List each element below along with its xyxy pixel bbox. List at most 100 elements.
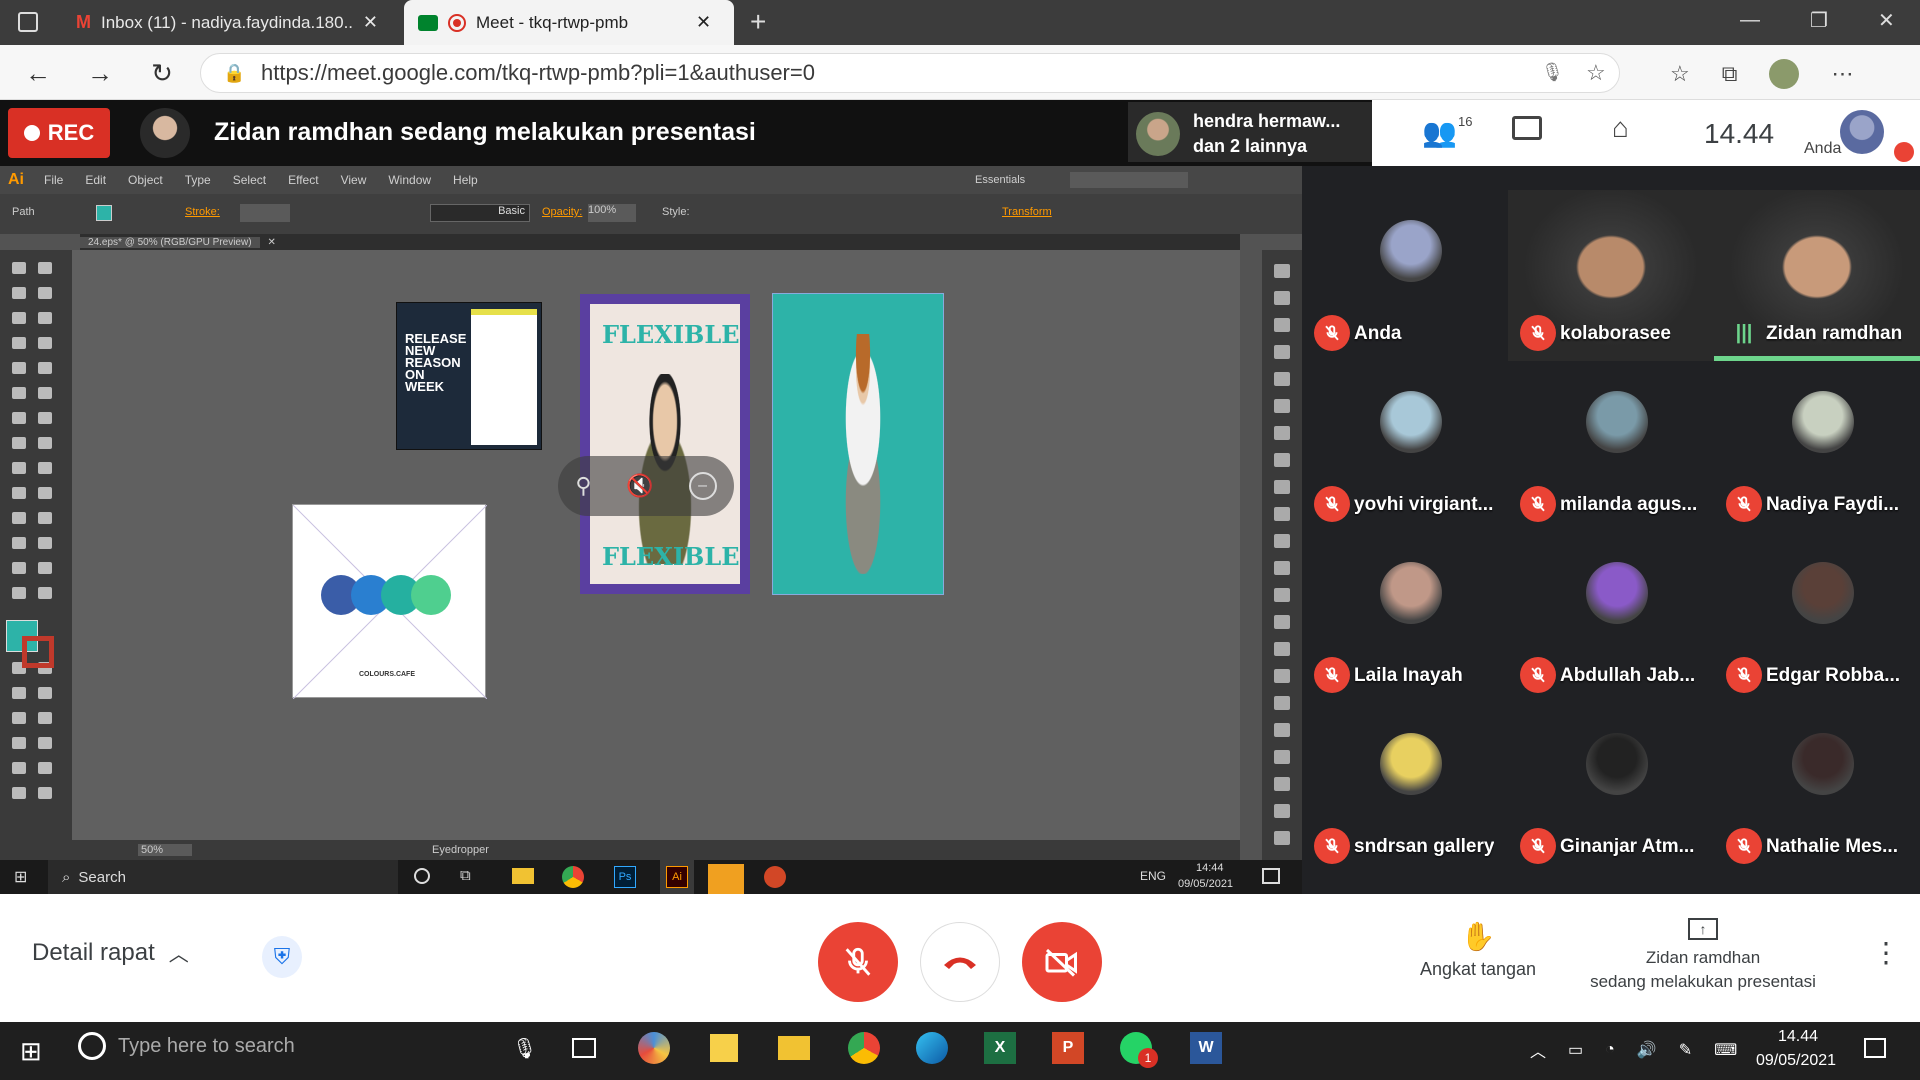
battery-icon[interactable]: ▭ xyxy=(1568,1040,1583,1060)
participant-tile[interactable]: Ginanjar Atm... xyxy=(1508,703,1714,874)
tab-gmail[interactable]: M Inbox (11) - nadiya.faydinda.180... ✕ xyxy=(62,0,392,45)
close-window-icon[interactable]: ✕ xyxy=(1878,8,1895,33)
excel-icon[interactable]: X xyxy=(984,1032,1016,1064)
menu-item[interactable]: Effect xyxy=(288,173,318,187)
camera-toggle-button[interactable] xyxy=(1022,922,1102,1002)
participant-tile[interactable]: ||| Zidan ramdhan xyxy=(1714,190,1920,361)
self-avatar[interactable] xyxy=(1840,110,1884,154)
menu-item[interactable]: Select xyxy=(233,173,266,187)
close-icon[interactable]: ✕ xyxy=(696,12,711,33)
zoom-field[interactable]: 50% xyxy=(138,844,192,856)
powerpoint-icon[interactable]: P xyxy=(1052,1032,1084,1064)
participant-tile[interactable]: yovhi virgiant... xyxy=(1302,361,1508,532)
explorer-icon[interactable] xyxy=(512,868,534,884)
artboard-teal-photo[interactable] xyxy=(772,293,944,595)
illustrator-icon[interactable]: Ai xyxy=(660,860,694,894)
word-icon[interactable]: W xyxy=(1190,1032,1222,1064)
close-icon[interactable]: ✕ xyxy=(363,12,378,33)
reload-icon[interactable]: ↻ xyxy=(142,53,182,93)
forward-icon[interactable]: → xyxy=(80,53,120,93)
participant-tile[interactable]: Laila Inayah xyxy=(1302,532,1508,703)
doc-tab[interactable]: 24.eps* @ 50% (RGB/GPU Preview) xyxy=(80,236,260,248)
opacity-field[interactable]: 100% xyxy=(588,204,636,222)
transform-label[interactable]: Transform xyxy=(1002,206,1052,218)
taskbar-mic-icon[interactable]: 🎙 xyxy=(512,1036,537,1061)
fill-swatch[interactable] xyxy=(96,205,112,221)
volume-icon[interactable]: 🔊 xyxy=(1637,1040,1657,1060)
ai-canvas[interactable]: RELEASE NEW REASON ON WEEK FLEXIBLE FLEX… xyxy=(72,250,1240,840)
present-button[interactable]: ↑ Zidan ramdhan sedang melakukan present… xyxy=(1568,918,1838,992)
tab-actions-icon[interactable] xyxy=(18,12,38,32)
windows-start-icon[interactable]: ⊞ xyxy=(14,867,27,887)
more-options-icon[interactable]: ⋮ xyxy=(1872,936,1900,969)
participant-tile[interactable]: Abdullah Jab... xyxy=(1508,532,1714,703)
task-view-icon[interactable]: ⧉ xyxy=(460,867,471,884)
menu-item[interactable]: Window xyxy=(388,173,431,187)
mic-icon[interactable]: 🎙 xyxy=(1541,62,1564,83)
stroke-color-swatch[interactable] xyxy=(22,636,54,668)
edge-icon[interactable] xyxy=(916,1032,948,1064)
meeting-details-button[interactable]: Detail rapat ︿ xyxy=(32,938,189,967)
collections-icon[interactable]: ⧉ xyxy=(1722,61,1738,87)
leave-call-button[interactable] xyxy=(920,922,1000,1002)
cortana-icon[interactable] xyxy=(414,868,430,884)
workspace-switcher[interactable]: Essentials xyxy=(975,174,1025,186)
wifi-icon[interactable]: ◔ xyxy=(1605,1041,1615,1059)
menu-item[interactable]: View xyxy=(341,173,367,187)
activities-icon[interactable]: ⌂ xyxy=(1612,112,1629,144)
people-icon[interactable]: 👥 xyxy=(1422,116,1457,149)
profile-avatar[interactable] xyxy=(1769,59,1800,89)
sticky-notes-icon[interactable] xyxy=(710,1034,738,1062)
close-icon[interactable]: ✕ xyxy=(268,237,276,248)
menu-item[interactable]: Edit xyxy=(85,173,106,187)
url-field[interactable]: 🔒 https://meet.google.com/tkq-rtwp-pmb?p… xyxy=(200,53,1620,93)
stroke-weight-field[interactable] xyxy=(240,204,290,222)
notification-icon[interactable] xyxy=(1262,868,1280,884)
minimize-icon[interactable]: — xyxy=(1740,9,1760,32)
sticky-notes-icon[interactable] xyxy=(708,864,744,894)
taskbar-search[interactable]: Type here to search xyxy=(78,1032,295,1060)
mic-toggle-button[interactable] xyxy=(818,922,898,1002)
new-tab-icon[interactable]: + xyxy=(750,6,766,38)
participant-tile[interactable]: milanda agus... xyxy=(1508,361,1714,532)
chat-icon[interactable] xyxy=(1512,116,1542,140)
ai-search-field[interactable] xyxy=(1070,172,1188,188)
start-icon[interactable]: ⊞ xyxy=(20,1036,42,1067)
bookmark-star-icon[interactable]: ☆ xyxy=(1586,60,1606,86)
paint-icon[interactable] xyxy=(638,1032,670,1064)
file-explorer-icon[interactable] xyxy=(778,1036,810,1060)
restore-icon[interactable]: ❐ xyxy=(1810,8,1828,33)
remove-icon[interactable]: – xyxy=(688,472,717,500)
participant-tile[interactable]: Anda xyxy=(1302,190,1508,361)
pinned-participant[interactable]: hendra hermaw... dan 2 lainnya xyxy=(1128,102,1372,162)
artboard-flexible[interactable]: FLEXIBLE FLEXIBLE xyxy=(580,294,750,594)
menu-item[interactable]: Type xyxy=(185,173,211,187)
participant-tile[interactable]: Edgar Robba... xyxy=(1714,532,1920,703)
inner-search[interactable]: ⌕ Search xyxy=(48,860,398,894)
photoshop-icon[interactable]: Ps xyxy=(614,866,636,888)
chrome-icon[interactable] xyxy=(848,1032,880,1064)
menu-item[interactable]: File xyxy=(44,173,63,187)
participant-tile[interactable]: Nadiya Faydi... xyxy=(1714,361,1920,532)
artboard-colours[interactable]: COLOURS.CAFE xyxy=(292,504,487,699)
tools-icons[interactable] xyxy=(0,250,72,860)
tab-meet[interactable]: Meet - tkq-rtwp-pmb ✕ xyxy=(404,0,734,45)
keyboard-icon[interactable]: ⌨ xyxy=(1714,1040,1737,1060)
chrome-icon[interactable] xyxy=(562,866,584,888)
favorites-icon[interactable]: ☆ xyxy=(1670,61,1690,87)
pin-icon[interactable]: ⚲ xyxy=(575,473,591,499)
mute-overlay-icon[interactable]: 🔇 xyxy=(626,473,653,499)
participant-tile[interactable]: Nathalie Mes... xyxy=(1714,703,1920,874)
more-icon[interactable]: ⋯ xyxy=(1831,61,1853,87)
task-view-icon[interactable] xyxy=(572,1038,596,1058)
artboard-release[interactable]: RELEASE NEW REASON ON WEEK xyxy=(396,302,542,450)
raise-hand-button[interactable]: ✋ Angkat tangan xyxy=(1398,920,1558,980)
back-icon[interactable]: ← xyxy=(18,53,58,93)
powerpoint-icon[interactable] xyxy=(764,866,786,888)
menu-item[interactable]: Object xyxy=(128,173,163,187)
pen-icon[interactable]: ✎ xyxy=(1679,1040,1692,1060)
menu-item[interactable]: Help xyxy=(453,173,478,187)
action-center-icon[interactable] xyxy=(1864,1038,1886,1058)
host-controls-shield-icon[interactable]: ⛨ xyxy=(262,936,302,978)
chevron-up-icon[interactable]: ︿ xyxy=(1530,1038,1546,1062)
